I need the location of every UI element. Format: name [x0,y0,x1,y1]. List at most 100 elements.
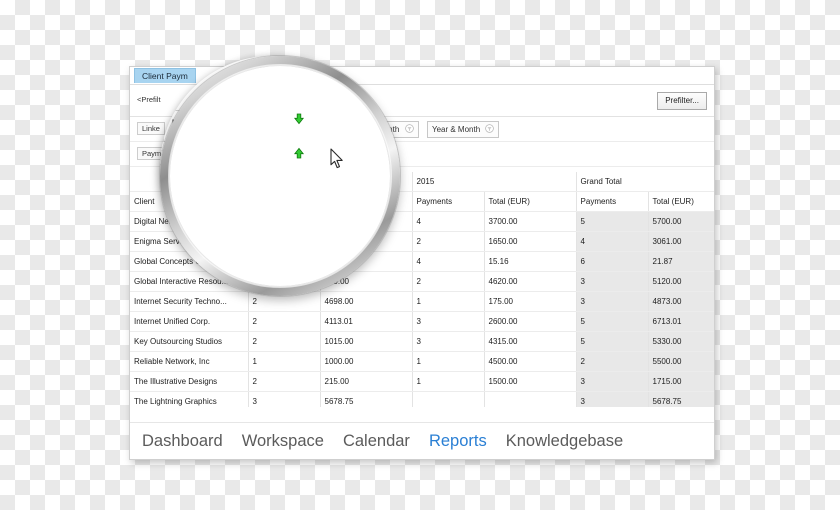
filter-icon[interactable] [485,123,495,134]
cell-value[interactable]: 5700.00 [648,211,714,232]
cell-value[interactable]: 2 [412,271,485,292]
cell-value[interactable]: 1000.00 [320,351,413,372]
cell-value[interactable]: 5 [576,311,649,332]
nav-item-reports[interactable]: Reports [429,432,487,451]
mag-chip-total-eur-label: tal (EU [160,171,197,189]
cell-value[interactable] [412,391,485,407]
cell-value[interactable]: 4698.00 [320,291,413,312]
column-header-gt-payments[interactable]: Payments [576,191,649,212]
mag-chip-year-label: Year [237,171,271,189]
cell-value[interactable]: 175.00 [484,291,577,312]
cell-value[interactable]: 2 [248,291,321,312]
cell-value[interactable]: 4620.00 [484,271,577,292]
mag-tab-client-payments: t Paym [160,58,195,75]
cell-value[interactable]: 3 [248,391,321,407]
cell-client[interactable]: Internet Security Techno... [130,291,249,312]
cell-value[interactable]: 4315.00 [484,331,577,352]
column-header-2015-total[interactable]: Total (EUR) [484,191,577,212]
drop-indicator-up-icon [293,147,305,159]
table-row[interactable]: Internet Security Techno... 2 4698.00 1 175.… [130,291,714,312]
cell-value[interactable]: 3 [576,391,649,407]
cell-value[interactable]: 2 [248,371,321,392]
cell-value[interactable]: 5330.00 [648,331,714,352]
mag-gridline [356,234,357,278]
cell-value[interactable]: 1 [412,371,485,392]
mag-gridline [220,234,382,235]
group-header-grand-total[interactable]: Grand Total [576,172,714,192]
table-row[interactable]: Reliable Network, Inc 1 1000.00 1 4500.00 2 55… [130,351,714,372]
cell-value[interactable]: 2 [248,331,321,352]
cell-value[interactable]: 4113.01 [320,311,413,332]
mag-chip-quarter-selected[interactable]: Quarte [335,110,382,142]
nav-item-dashboard[interactable]: Dashboard [142,432,223,451]
cell-value[interactable]: 3 [412,331,485,352]
cell-value[interactable]: 2 [576,351,649,372]
filter-icon[interactable] [404,123,414,134]
cell-client[interactable]: The Lightning Graphics [130,391,249,407]
cell-value[interactable]: 1015.00 [320,331,413,352]
cell-value[interactable]: 2 [412,231,485,252]
cell-value[interactable]: 2600.00 [484,311,577,332]
cell-value[interactable]: 3 [576,271,649,292]
cell-value[interactable]: 5 [576,211,649,232]
cell-value[interactable]: 6 [576,251,649,272]
cell-value[interactable]: 5 [576,331,649,352]
cell-value[interactable]: 21.87 [648,251,714,272]
cell-value[interactable]: 3700.00 [484,211,577,232]
cell-value[interactable]: 215.00 [320,371,413,392]
cell-value[interactable]: 1715.00 [648,371,714,392]
cell-value[interactable]: 3 [576,291,649,312]
cell-value[interactable]: 1650.00 [484,231,577,252]
column-header-2015-payments[interactable]: Payments [412,191,485,212]
cell-client[interactable]: The Illustrative Designs [130,371,249,392]
table-row[interactable]: Internet Unified Corp. 2 4113.01 3 2600.00 5 6… [130,311,714,332]
prefilter-button[interactable]: Prefilter... [657,92,707,110]
cell-value[interactable]: 1 [248,351,321,372]
table-row[interactable]: Key Outsourcing Studios 2 1015.00 3 4315.00 5… [130,331,714,352]
mag-chip-not-linked[interactable]: Not Linked (EUR) [163,110,345,142]
column-header-gt-total[interactable]: Total (EUR) [648,191,714,212]
mag-filter-icon-active[interactable] [208,234,229,260]
cell-client[interactable]: Internet Unified Corp. [130,311,249,332]
cell-value[interactable]: 5678.75 [320,391,413,407]
filter-icon[interactable] [311,115,330,135]
mag-gridline [160,268,382,269]
cell-value[interactable]: 4500.00 [484,351,577,372]
cell-value[interactable]: 6713.01 [648,311,714,332]
cell-value[interactable]: 4 [412,211,485,232]
mag-sort-ascending-icon [188,238,203,256]
cell-client[interactable]: Key Outsourcing Studios [130,331,249,352]
magnifier-lens: t Paym filt Not Linked (EUR) Quarte tal … [160,56,382,278]
cell-value[interactable]: 3061.00 [648,231,714,252]
cell-value[interactable]: 4873.00 [648,291,714,312]
cell-value[interactable]: 5678.75 [648,391,714,407]
cell-value[interactable]: 4 [412,251,485,272]
filter-icon[interactable] [207,169,226,189]
table-row[interactable]: The Illustrative Designs 2 215.00 1 1500.00 3… [130,371,714,392]
mag-group-header-2014: 2014 [232,211,275,232]
table-row[interactable]: The Lightning Graphics 3 5678.75 3 5678.75 [130,391,714,407]
cell-value[interactable]: 1500.00 [484,371,577,392]
mag-chip-year[interactable]: Year [229,164,325,196]
mag-chip-quarter-drop[interactable]: Quarter [317,164,382,196]
cell-value[interactable]: 3 [576,371,649,392]
mag-chip-total-eur[interactable]: tal (EU [160,164,238,196]
cell-value[interactable]: 5120.00 [648,271,714,292]
cell-value[interactable]: 3 [412,311,485,332]
cell-value[interactable]: 15.16 [484,251,577,272]
field-chip-year-and-month[interactable]: Year & Month [426,121,500,139]
cell-value[interactable]: 4 [576,231,649,252]
cell-value[interactable]: 2 [248,311,321,332]
cell-value[interactable]: 5500.00 [648,351,714,372]
cell-value[interactable]: 1 [412,351,485,372]
cell-client[interactable]: Reliable Network, Inc [130,351,249,372]
cell-value[interactable] [484,391,577,407]
group-header-2015[interactable]: 2015 [412,172,577,192]
mag-column-header-total[interactable]: Tot [328,242,352,263]
mag-divider [160,150,382,151]
nav-item-calendar[interactable]: Calendar [343,432,410,451]
cell-value[interactable]: 1 [412,291,485,312]
mag-column-header-payments[interactable]: Payments [228,242,308,263]
nav-item-knowledgebase[interactable]: Knowledgebase [506,432,623,451]
nav-item-workspace[interactable]: Workspace [242,432,324,451]
